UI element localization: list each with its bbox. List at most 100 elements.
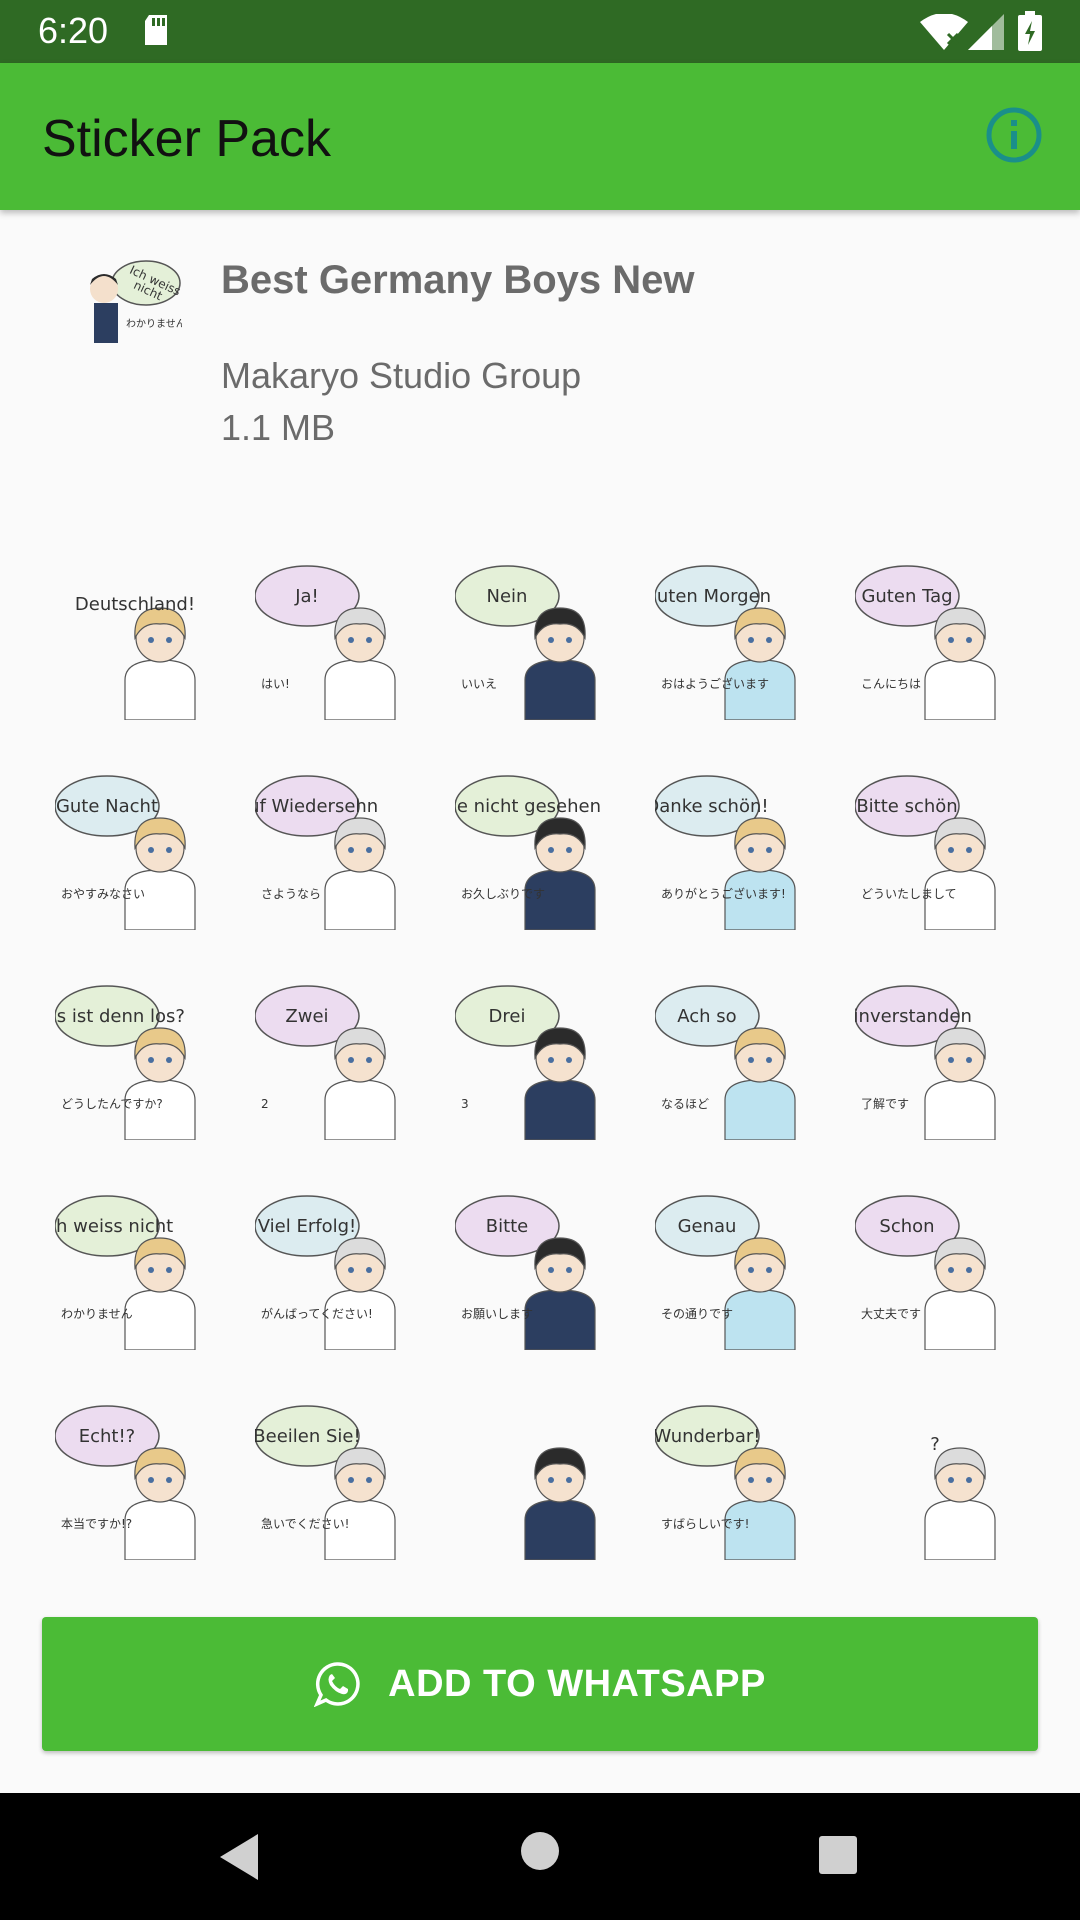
sticker-8[interactable]: Lange nicht gesehen お久しぶりです xyxy=(455,770,615,930)
sticker-subtext: こんにちは xyxy=(861,677,921,691)
sticker-16[interactable]: Ich weiss nicht わかりません xyxy=(55,1190,215,1350)
sticker-text: Ach so xyxy=(677,1006,736,1027)
sticker-6[interactable]: Gute Nacht おやすみなさい xyxy=(55,770,215,930)
sticker-grid: Deutschland! Ja! はい! Nein いいえ Guten Morgen おはよ… xyxy=(55,560,1025,1560)
sticker-text: Viel Erfolg! xyxy=(258,1216,356,1237)
pack-size: 1.1 MB xyxy=(221,407,336,448)
sticker-13[interactable]: Drei 3 xyxy=(455,980,615,1140)
sticker-subtext: 大丈夫です xyxy=(861,1307,921,1321)
sticker-image: Danke schön! ありがとうございます! xyxy=(655,775,796,930)
sticker-text: Ja! xyxy=(294,586,319,607)
sticker-text: Beeilen Sie! xyxy=(255,1426,361,1447)
back-icon[interactable] xyxy=(216,1832,262,1882)
sticker-subtext: さようなら xyxy=(261,887,321,901)
app-title: Sticker Pack xyxy=(42,110,331,168)
sticker-subtext: お久しぶりです xyxy=(461,887,545,901)
sticker-subtext: 本当ですか!? xyxy=(61,1517,132,1531)
home-icon[interactable] xyxy=(520,1831,560,1871)
sd-card-icon xyxy=(145,15,167,45)
sticker-23[interactable] xyxy=(455,1400,615,1560)
tray-sticker-image: Ich weiss nicht わかりません xyxy=(82,255,186,355)
sticker-subtext: わかりません xyxy=(61,1307,133,1321)
info-icon[interactable] xyxy=(985,106,1043,164)
sticker-21[interactable]: Echt!? 本当ですか!? xyxy=(55,1400,215,1560)
sticker-text: Wunderbar! xyxy=(655,1426,760,1447)
sticker-text: Deutschland! xyxy=(75,594,195,615)
sticker-text: Lange nicht gesehen xyxy=(455,796,601,817)
sticker-subtext: 2 xyxy=(261,1097,269,1111)
sticker-text: Danke schön! xyxy=(655,796,769,817)
sticker-image: Bitte schön どういたしまして xyxy=(855,775,996,930)
sticker-subtext: おはようございます xyxy=(661,676,769,691)
sticker-text: Bitte schön xyxy=(856,796,957,817)
sticker-image: Schon 大丈夫です xyxy=(855,1195,996,1350)
sticker-text: Auf Wiedersehn xyxy=(255,796,378,817)
sticker-text: Zwei xyxy=(285,1006,328,1027)
signal-icon xyxy=(968,14,1004,50)
sticker-12[interactable]: Zwei 2 xyxy=(255,980,415,1140)
sticker-image: Deutschland! xyxy=(75,594,196,720)
sticker-4[interactable]: Guten Morgen おはようございます xyxy=(655,560,815,720)
sticker-18[interactable]: Bitte お願いします xyxy=(455,1190,615,1350)
sticker-image: Zwei 2 xyxy=(255,985,396,1140)
sticker-10[interactable]: Bitte schön どういたしまして xyxy=(855,770,1015,930)
sticker-image: Einverstanden 了解です xyxy=(855,985,996,1140)
status-bar: 6:20 xyxy=(0,0,1080,63)
sticker-image: Gute Nacht おやすみなさい xyxy=(55,775,196,930)
sticker-text: Guten Morgen xyxy=(655,586,771,607)
sticker-image: Genau その通りです xyxy=(655,1195,796,1350)
pack-header: Ich weiss nicht わかりません Best Germany Boys… xyxy=(0,210,1080,510)
sticker-image: Was ist denn los? どうしたんですか? xyxy=(55,985,196,1140)
sticker-image: Nein いいえ xyxy=(455,565,596,720)
sticker-image: Viel Erfolg! がんばってください! xyxy=(255,1195,396,1350)
app-bar: Sticker Pack xyxy=(0,63,1080,210)
sticker-image: Echt!? 本当ですか!? xyxy=(55,1405,196,1560)
add-to-whatsapp-button[interactable]: ADD TO WHATSAPP xyxy=(42,1617,1038,1751)
status-time: 6:20 xyxy=(38,10,109,51)
sticker-text: Nein xyxy=(487,586,528,607)
sticker-11[interactable]: Was ist denn los? どうしたんですか? xyxy=(55,980,215,1140)
battery-icon xyxy=(1018,11,1042,51)
sticker-text: ? xyxy=(930,1434,940,1455)
pack-name: Best Germany Boys New xyxy=(221,258,695,302)
sticker-text: Bitte xyxy=(486,1216,529,1237)
sticker-1[interactable]: Deutschland! xyxy=(55,560,215,720)
sticker-subtext: なるほど xyxy=(661,1097,709,1111)
sticker-24[interactable]: Wunderbar! すばらしいです! xyxy=(655,1400,815,1560)
sticker-20[interactable]: Schon 大丈夫です xyxy=(855,1190,1015,1350)
sticker-22[interactable]: Beeilen Sie! 急いでください! xyxy=(255,1400,415,1560)
sticker-text: Drei xyxy=(489,1006,526,1027)
sticker-image: Ich weiss nicht わかりません xyxy=(55,1195,196,1350)
sticker-subtext: ありがとうございます! xyxy=(661,886,786,901)
sticker-image: Guten Tag こんにちは xyxy=(855,565,996,720)
sticker-7[interactable]: Auf Wiedersehn さようなら xyxy=(255,770,415,930)
sticker-14[interactable]: Ach so なるほど xyxy=(655,980,815,1140)
whatsapp-icon xyxy=(314,1662,360,1707)
sticker-2[interactable]: Ja! はい! xyxy=(255,560,415,720)
sticker-3[interactable]: Nein いいえ xyxy=(455,560,615,720)
sticker-25[interactable]: ? xyxy=(855,1400,1015,1560)
sticker-subtext: お願いします xyxy=(461,1307,533,1321)
sticker-19[interactable]: Genau その通りです xyxy=(655,1190,815,1350)
sticker-image: Guten Morgen おはようございます xyxy=(655,565,796,720)
sticker-17[interactable]: Viel Erfolg! がんばってください! xyxy=(255,1190,415,1350)
sticker-subtext: はい! xyxy=(261,677,290,691)
sticker-text: Ich weiss nicht xyxy=(55,1216,173,1237)
sticker-15[interactable]: Einverstanden 了解です xyxy=(855,980,1015,1140)
sticker-text: Echt!? xyxy=(79,1426,136,1447)
sticker-text: Einverstanden xyxy=(855,1006,972,1027)
sticker-image: ? xyxy=(924,1434,996,1560)
recents-icon[interactable] xyxy=(818,1835,858,1875)
sticker-text: Guten Tag xyxy=(861,586,952,607)
sticker-subtext: 了解です xyxy=(861,1097,909,1111)
sticker-text: Gute Nacht xyxy=(56,796,158,817)
sticker-text: Was ist denn los? xyxy=(55,1006,185,1027)
sticker-image: Auf Wiedersehn さようなら xyxy=(255,775,396,930)
nav-bar xyxy=(0,1793,1080,1920)
sticker-text: Schon xyxy=(879,1216,934,1237)
sticker-5[interactable]: Guten Tag こんにちは xyxy=(855,560,1015,720)
svg-text:わかりません: わかりません xyxy=(126,318,182,330)
sticker-subtext: すばらしいです! xyxy=(661,1517,749,1531)
sticker-9[interactable]: Danke schön! ありがとうございます! xyxy=(655,770,815,930)
sticker-image: Drei 3 xyxy=(455,985,596,1140)
